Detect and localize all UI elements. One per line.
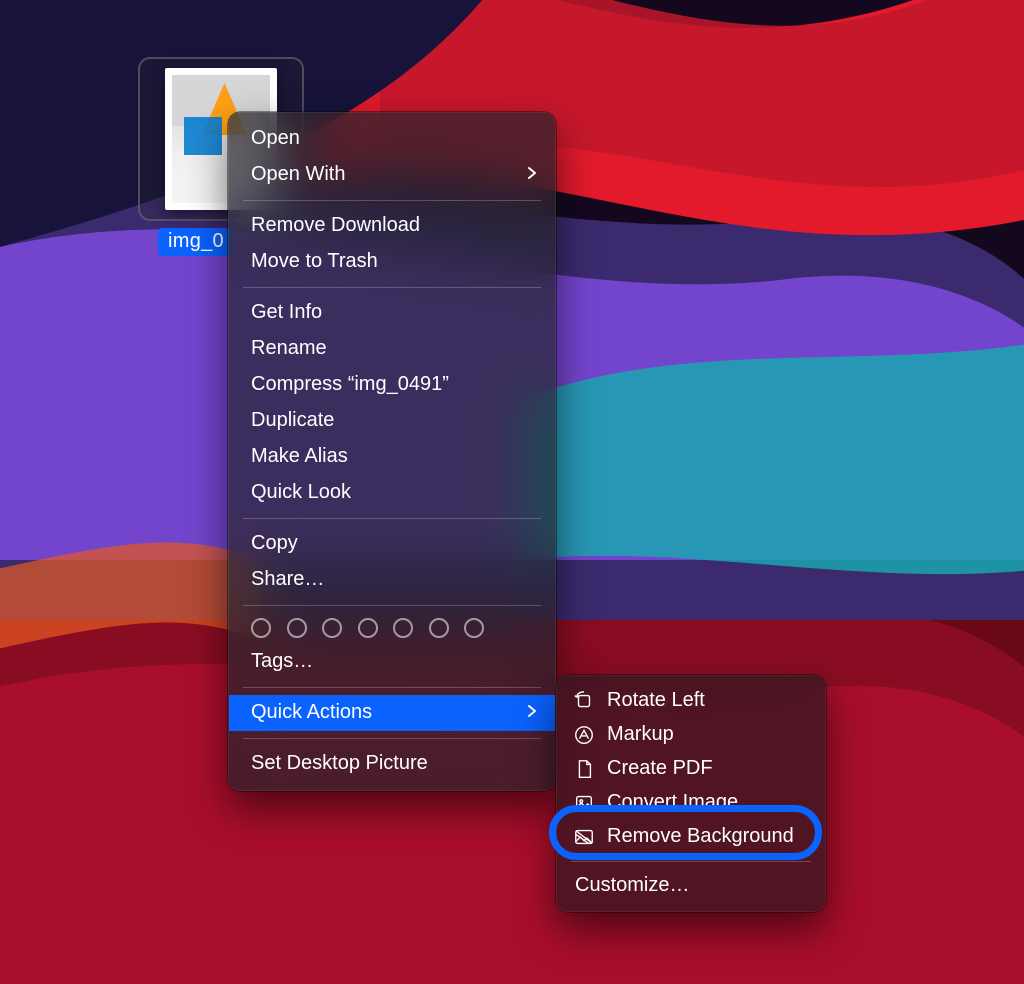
menu-separator — [243, 738, 541, 739]
document-icon — [573, 758, 595, 780]
macos-desktop[interactable]: img_0 Open Open With Remove Download Mov… — [0, 0, 1024, 984]
menu-item-copy[interactable]: Copy — [229, 526, 555, 562]
image-icon — [573, 792, 595, 814]
submenu-item-customize[interactable]: Customize… — [557, 869, 825, 903]
desktop-file-label[interactable]: img_0 — [158, 228, 234, 256]
menu-item-open[interactable]: Open — [229, 121, 555, 157]
markup-icon — [573, 724, 595, 746]
menu-item-label: Rename — [251, 337, 327, 360]
context-menu: Open Open With Remove Download Move to T… — [228, 112, 556, 791]
menu-separator — [243, 605, 541, 606]
submenu-item-label: Convert Image — [607, 791, 738, 814]
menu-item-label: Tags… — [251, 650, 313, 673]
tag-color-dot[interactable] — [322, 618, 342, 638]
menu-item-move-to-trash[interactable]: Move to Trash — [229, 244, 555, 280]
menu-item-label: Open With — [251, 163, 345, 186]
menu-item-label: Set Desktop Picture — [251, 752, 428, 775]
chevron-right-icon — [527, 166, 537, 183]
menu-item-label: Compress “img_0491” — [251, 373, 449, 396]
menu-item-tags[interactable]: Tags… — [229, 644, 555, 680]
rotate-left-icon — [573, 690, 595, 712]
tag-color-dot[interactable] — [251, 618, 271, 638]
menu-item-remove-download[interactable]: Remove Download — [229, 208, 555, 244]
tag-color-dot[interactable] — [393, 618, 413, 638]
submenu-item-markup[interactable]: Markup — [557, 718, 825, 752]
menu-separator — [243, 518, 541, 519]
chevron-right-icon — [527, 704, 537, 721]
menu-item-compress[interactable]: Compress “img_0491” — [229, 367, 555, 403]
menu-item-rename[interactable]: Rename — [229, 331, 555, 367]
submenu-item-remove-background[interactable]: Remove Background — [557, 820, 825, 854]
menu-item-label: Copy — [251, 532, 298, 555]
menu-item-label: Quick Look — [251, 481, 351, 504]
remove-background-icon — [573, 826, 595, 848]
submenu-item-label: Markup — [607, 723, 674, 746]
menu-tag-color-row — [229, 613, 555, 644]
menu-separator — [243, 200, 541, 201]
submenu-item-label: Create PDF — [607, 757, 713, 780]
menu-item-make-alias[interactable]: Make Alias — [229, 439, 555, 475]
menu-separator — [243, 687, 541, 688]
quick-actions-submenu: Rotate Left Markup Create PDF Convert Im… — [556, 675, 826, 912]
submenu-item-label: Rotate Left — [607, 689, 705, 712]
submenu-item-rotate-left[interactable]: Rotate Left — [557, 684, 825, 718]
tag-color-dot[interactable] — [358, 618, 378, 638]
submenu-item-convert-image[interactable]: Convert Image — [557, 786, 825, 820]
menu-item-label: Quick Actions — [251, 701, 372, 724]
submenu-item-label: Remove Background — [607, 825, 794, 848]
menu-item-share[interactable]: Share… — [229, 562, 555, 598]
submenu-item-create-pdf[interactable]: Create PDF — [557, 752, 825, 786]
tag-color-dot[interactable] — [429, 618, 449, 638]
menu-separator — [571, 861, 811, 862]
menu-separator — [243, 287, 541, 288]
menu-item-label: Make Alias — [251, 445, 348, 468]
menu-item-label: Move to Trash — [251, 250, 378, 273]
menu-item-label: Remove Download — [251, 214, 420, 237]
submenu-item-label: Customize… — [575, 874, 689, 897]
menu-item-get-info[interactable]: Get Info — [229, 295, 555, 331]
menu-item-duplicate[interactable]: Duplicate — [229, 403, 555, 439]
menu-item-quick-actions[interactable]: Quick Actions — [229, 695, 555, 731]
menu-item-open-with[interactable]: Open With — [229, 157, 555, 193]
tag-color-dot[interactable] — [287, 618, 307, 638]
menu-item-set-desktop-picture[interactable]: Set Desktop Picture — [229, 746, 555, 782]
menu-item-quick-look[interactable]: Quick Look — [229, 475, 555, 511]
menu-item-label: Open — [251, 127, 300, 150]
menu-item-label: Duplicate — [251, 409, 334, 432]
tag-color-dot[interactable] — [464, 618, 484, 638]
menu-item-label: Share… — [251, 568, 324, 591]
menu-item-label: Get Info — [251, 301, 322, 324]
